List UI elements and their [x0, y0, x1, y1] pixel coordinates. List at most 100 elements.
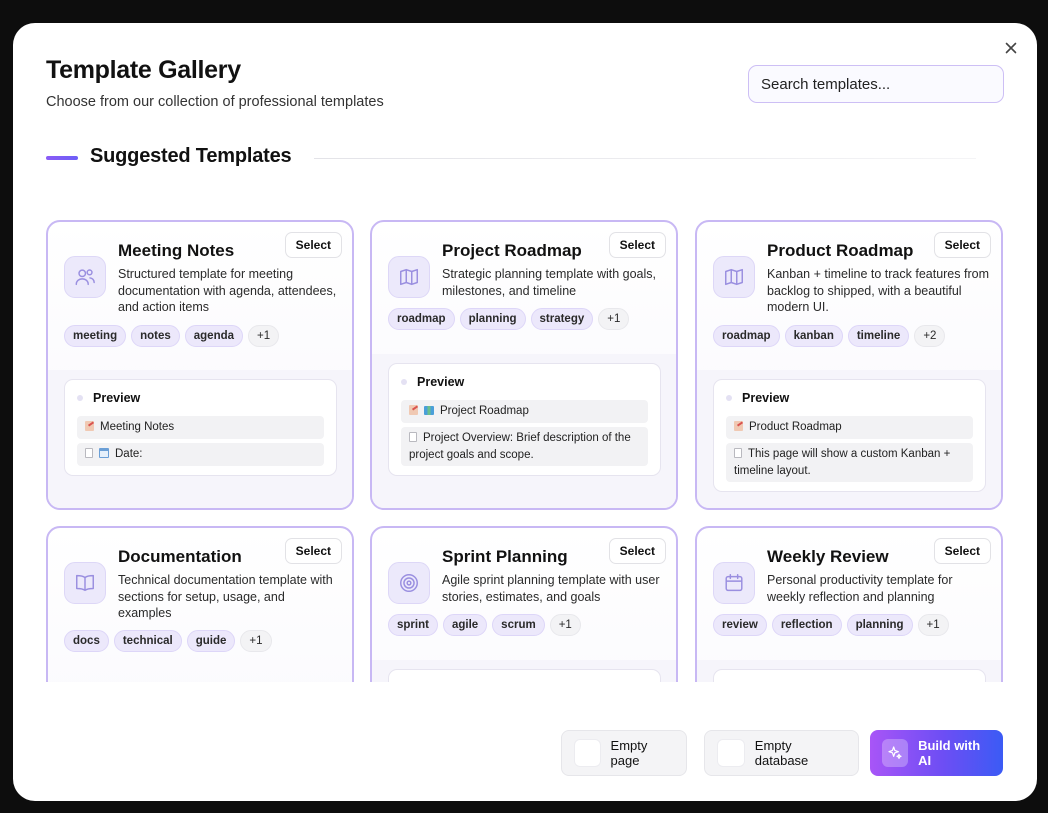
card-title: Documentation	[118, 547, 242, 566]
users-icon	[64, 256, 106, 298]
select-button[interactable]: Select	[608, 538, 666, 564]
tag: strategy	[530, 308, 594, 330]
world-map-icon	[424, 406, 434, 415]
document-icon	[85, 448, 93, 458]
empty-page-label: Empty page	[610, 738, 648, 768]
preview-row: Date:	[77, 443, 324, 466]
map-icon	[713, 256, 755, 298]
section-accent-bar	[46, 156, 78, 160]
preview-row-text: Meeting Notes	[100, 421, 175, 433]
tag-list: roadmap planning strategy +1	[388, 308, 630, 330]
empty-page-button[interactable]: Empty page	[561, 730, 687, 776]
page-title: Template Gallery	[46, 56, 241, 84]
build-with-ai-label: Build with AI	[918, 738, 981, 768]
preview-row-text: This page will show a custom Kanban + ti…	[734, 448, 951, 477]
empty-database-button[interactable]: Empty database	[704, 730, 859, 776]
preview-panel	[713, 669, 986, 682]
preview-panel: Preview Project Roadmap Project Overview…	[388, 363, 661, 476]
select-button[interactable]: Select	[284, 232, 342, 258]
select-button[interactable]: Select	[933, 232, 991, 258]
template-card-weekly-review[interactable]: Weekly Review Select Personal productivi…	[695, 526, 1003, 682]
preview-row-text: Project Overview: Brief description of t…	[409, 432, 631, 461]
preview-panel: Preview Product Roadmap This page will s…	[713, 379, 986, 492]
tag-more: +1	[598, 308, 630, 330]
tag: timeline	[847, 325, 910, 347]
build-with-ai-button[interactable]: Build with AI	[870, 730, 1003, 776]
book-icon	[64, 562, 106, 604]
preview-row: Product Roadmap	[726, 416, 973, 439]
tag: agenda	[184, 325, 244, 347]
tag-more: +1	[917, 614, 949, 636]
page-subtitle: Choose from our collection of profession…	[46, 94, 384, 110]
preview-header: Preview	[401, 375, 464, 389]
page-icon	[574, 739, 601, 767]
select-button[interactable]: Select	[284, 538, 342, 564]
card-title: Project Roadmap	[442, 241, 582, 260]
section-title: Suggested Templates	[90, 145, 292, 167]
template-grid[interactable]: Meeting Notes Select Structured template…	[13, 213, 1037, 682]
memo-icon	[734, 421, 743, 431]
tag: roadmap	[713, 325, 780, 347]
select-button[interactable]: Select	[608, 232, 666, 258]
tag: planning	[846, 614, 913, 636]
template-card-sprint-planning[interactable]: Sprint Planning Select Agile sprint plan…	[370, 526, 678, 682]
template-card-project-roadmap[interactable]: Project Roadmap Select Strategic plannin…	[370, 220, 678, 510]
card-title: Sprint Planning	[442, 547, 568, 566]
preview-dot-icon	[77, 395, 83, 401]
card-description: Technical documentation template with se…	[118, 573, 333, 621]
card-description: Strategic planning template with goals, …	[442, 267, 657, 298]
tag-more: +1	[248, 325, 280, 347]
tag: planning	[459, 308, 526, 330]
search-input[interactable]	[748, 65, 1004, 103]
tag-list: meeting notes agenda +1	[64, 325, 280, 347]
template-card-meeting-notes[interactable]: Meeting Notes Select Structured template…	[46, 220, 354, 510]
template-gallery-modal: Template Gallery Choose from our collect…	[13, 23, 1037, 801]
preview-label: Preview	[742, 391, 790, 405]
close-icon	[1005, 42, 1017, 54]
preview-panel	[388, 669, 661, 682]
tag-list: sprint agile scrum +1	[388, 614, 581, 636]
template-card-product-roadmap[interactable]: Product Roadmap Select Kanban + timeline…	[695, 220, 1003, 510]
tag: review	[713, 614, 767, 636]
section-divider	[314, 158, 976, 159]
preview-row: Meeting Notes	[77, 416, 324, 439]
template-card-documentation[interactable]: Documentation Select Technical documenta…	[46, 526, 354, 682]
card-title: Weekly Review	[767, 547, 889, 566]
sparkles-icon	[882, 739, 909, 767]
preview-dot-icon	[401, 379, 407, 385]
preview-panel: Preview Meeting Notes Date:	[64, 379, 337, 476]
card-title: Product Roadmap	[767, 241, 914, 260]
tag-list: roadmap kanban timeline +2	[713, 325, 946, 347]
tag: notes	[131, 325, 180, 347]
preview-row: Project Roadmap	[401, 400, 648, 423]
memo-icon	[85, 421, 94, 431]
preview-row-text: Project Roadmap	[440, 405, 529, 417]
tag: kanban	[784, 325, 843, 347]
empty-database-label: Empty database	[754, 738, 809, 768]
tag: scrum	[492, 614, 545, 636]
tag-more: +1	[240, 630, 272, 652]
select-button[interactable]: Select	[933, 538, 991, 564]
tag: meeting	[64, 325, 127, 347]
calendar-icon	[99, 448, 109, 458]
tag: technical	[113, 630, 182, 652]
close-button[interactable]	[1002, 39, 1020, 57]
calendar-icon	[713, 562, 755, 604]
card-description: Kanban + timeline to track features from…	[767, 267, 989, 315]
tag-list: review reflection planning +1	[713, 614, 949, 636]
tag: roadmap	[388, 308, 455, 330]
preview-row: Project Overview: Brief description of t…	[401, 427, 648, 466]
card-description: Personal productivity template for weekl…	[767, 573, 953, 604]
section-header: Suggested Templates	[46, 145, 1006, 173]
tag: agile	[442, 614, 488, 636]
tag-list: docs technical guide +1	[64, 630, 272, 652]
document-icon	[409, 432, 417, 442]
tag: sprint	[388, 614, 438, 636]
preview-row-text: Date:	[115, 448, 143, 460]
card-title: Meeting Notes	[118, 241, 235, 260]
tag: reflection	[771, 614, 842, 636]
preview-header: Preview	[726, 391, 789, 405]
map-icon	[388, 256, 430, 298]
preview-row: This page will show a custom Kanban + ti…	[726, 443, 973, 482]
card-description: Structured template for meeting document…	[118, 267, 337, 315]
